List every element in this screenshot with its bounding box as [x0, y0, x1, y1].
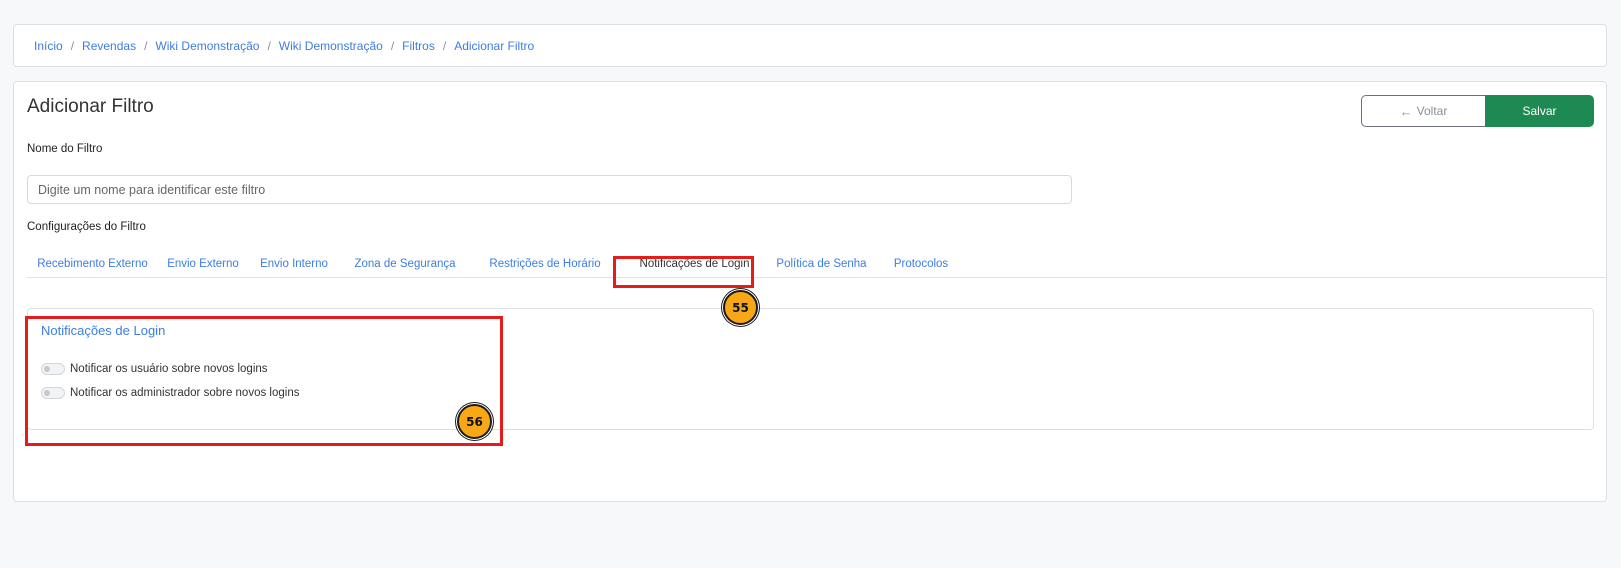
main-card: Adicionar Filtro ← Voltar Salvar Nome do… [13, 81, 1607, 502]
save-button-label: Salvar [1522, 104, 1557, 118]
notify-users-label: Notificar os usuário sobre novos logins [70, 363, 268, 375]
breadcrumb-item-wiki-2[interactable]: Wiki Demonstração [279, 39, 383, 53]
filter-config-tabs: Recebimento Externo Envio Externo Envio … [27, 250, 1607, 278]
breadcrumb-item-inicio[interactable]: Início [34, 39, 63, 53]
toggle-row-notify-users: Notificar os usuário sobre novos logins [41, 363, 268, 375]
toggle-row-notify-admins: Notificar os administrador sobre novos l… [41, 387, 299, 399]
breadcrumb-separator: / [390, 39, 395, 53]
notify-admins-label: Notificar os administrador sobre novos l… [70, 387, 300, 399]
login-notifications-panel: Notificações de Login Notificar os usuár… [27, 308, 1594, 430]
tab-zona-de-seguranca[interactable]: Zona de Segurança [347, 250, 463, 278]
tab-notificacoes-de-login[interactable]: Notificações de Login [627, 250, 762, 278]
filter-name-input[interactable] [27, 175, 1072, 204]
filter-config-label: Configurações do Filtro [27, 221, 146, 233]
tab-restricoes-de-horario[interactable]: Restrições de Horário [473, 250, 617, 278]
section-title: Notificações de Login [41, 323, 166, 338]
step-badge-55: 55 [723, 290, 758, 325]
toggle-knob [44, 390, 50, 396]
tab-politica-de-senha[interactable]: Política de Senha [770, 250, 873, 278]
breadcrumb-item-filtros[interactable]: Filtros [402, 39, 435, 53]
breadcrumb-item-adicionar-filtro[interactable]: Adicionar Filtro [454, 39, 534, 53]
page-title: Adicionar Filtro [27, 96, 154, 117]
toggle-knob [44, 366, 50, 372]
notify-users-toggle[interactable] [41, 363, 65, 375]
tab-envio-interno[interactable]: Envio Interno [249, 250, 339, 278]
breadcrumb-separator: / [70, 39, 75, 53]
breadcrumb-item-wiki-1[interactable]: Wiki Demonstração [155, 39, 259, 53]
tab-protocolos[interactable]: Protocolos [879, 250, 963, 278]
breadcrumb-separator: / [144, 39, 148, 53]
breadcrumb-item-revendas[interactable]: Revendas [82, 39, 136, 53]
breadcrumb-separator: / [267, 39, 271, 53]
breadcrumb-separator: / [442, 39, 447, 53]
arrow-left-icon: ← [1399, 103, 1413, 119]
step-badge-56: 56 [457, 404, 492, 439]
back-button-label: Voltar [1416, 104, 1448, 118]
breadcrumb: Início / Revendas / Wiki Demonstração / … [34, 39, 534, 53]
save-button[interactable]: Salvar [1485, 95, 1594, 127]
breadcrumb-card: Início / Revendas / Wiki Demonstração / … [13, 24, 1607, 67]
tab-envio-externo[interactable]: Envio Externo [160, 250, 246, 278]
notify-admins-toggle[interactable] [41, 387, 65, 399]
back-button[interactable]: ← Voltar [1361, 95, 1485, 127]
tab-recebimento-externo[interactable]: Recebimento Externo [27, 250, 158, 278]
filter-name-label: Nome do Filtro [27, 143, 103, 155]
